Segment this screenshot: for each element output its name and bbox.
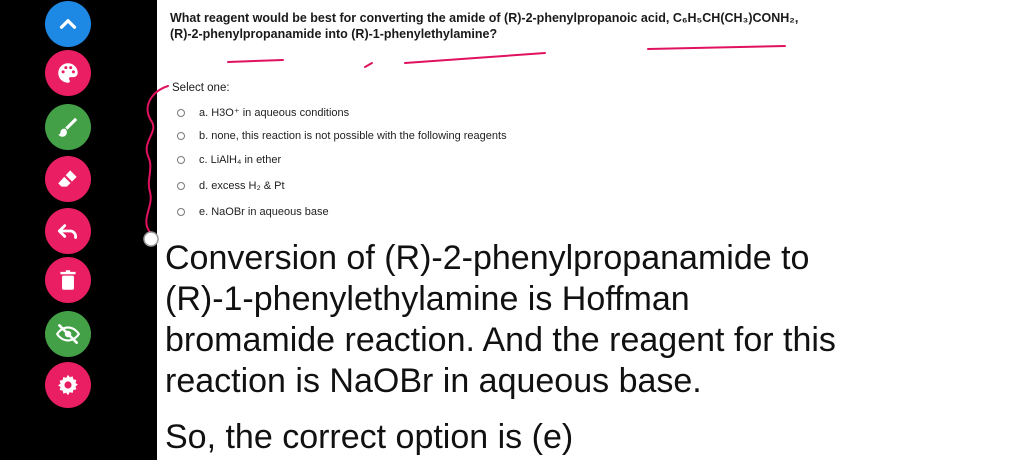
radio-button[interactable] <box>177 132 185 140</box>
collapse-toolbar-button[interactable] <box>45 1 91 47</box>
radio-button[interactable] <box>177 108 185 117</box>
radio-button[interactable] <box>177 182 185 190</box>
drawing-toolbar <box>0 0 140 460</box>
ink-cursor <box>143 231 159 247</box>
answer-conclusion: So, the correct option is (e) <box>165 418 574 456</box>
eye-off-icon <box>55 324 81 344</box>
whiteboard-canvas[interactable]: What reagent would be best for convertin… <box>157 0 1024 460</box>
pen-tool-button[interactable] <box>45 104 91 150</box>
option-b[interactable]: b. none, this reaction is not possible w… <box>177 130 507 142</box>
chevron-up-icon <box>59 19 77 29</box>
option-label: e. NaOBr in aqueous base <box>199 206 329 218</box>
clear-button[interactable] <box>45 257 91 303</box>
undo-icon <box>57 224 77 239</box>
palette-icon <box>58 63 78 83</box>
select-one-label: Select one: <box>172 82 230 94</box>
trash-icon <box>60 270 76 290</box>
hide-ink-button[interactable] <box>45 311 91 357</box>
brush-icon <box>58 117 78 137</box>
option-label: c. LiAlH₄ in ether <box>199 154 282 166</box>
settings-button[interactable] <box>45 362 91 408</box>
radio-button[interactable] <box>177 208 185 216</box>
option-c[interactable]: c. LiAlH₄ in ether <box>177 154 281 166</box>
option-label: b. none, this reaction is not possible w… <box>199 130 507 142</box>
question-line-2: (R)-2-phenylpropanamide into (R)-1-pheny… <box>170 27 498 41</box>
undo-button[interactable] <box>45 208 91 254</box>
option-label: d. excess H₂ & Pt <box>199 180 285 192</box>
option-e[interactable]: e. NaOBr in aqueous base <box>177 206 329 218</box>
option-a[interactable]: a. H3O⁺ in aqueous conditions <box>177 106 349 119</box>
gear-icon <box>58 374 78 396</box>
question-line-1: What reagent would be best for convertin… <box>170 11 799 25</box>
question-text: What reagent would be best for convertin… <box>170 10 1015 42</box>
radio-button[interactable] <box>177 156 185 164</box>
eraser-icon <box>58 170 77 187</box>
answer-explanation: Conversion of (R)-2-phenylpropanamide to… <box>165 239 836 400</box>
option-label: a. H3O⁺ in aqueous conditions <box>199 107 350 119</box>
color-picker-button[interactable] <box>45 50 91 96</box>
eraser-tool-button[interactable] <box>45 156 91 202</box>
option-d[interactable]: d. excess H₂ & Pt <box>177 180 285 192</box>
